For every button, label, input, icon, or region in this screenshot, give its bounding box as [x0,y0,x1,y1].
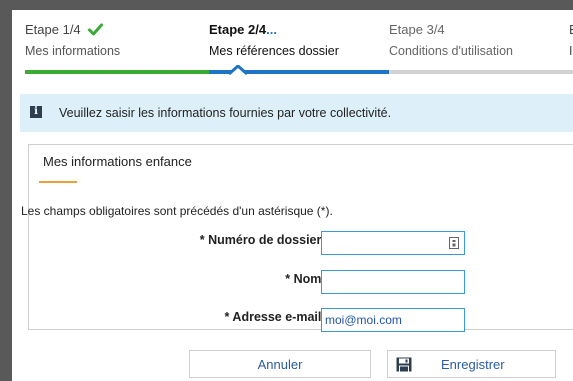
step-3-progress-bar [389,70,573,74]
field-info-icon[interactable] [449,237,459,249]
step-1-subtitle: Mes informations [25,44,121,58]
email-label: * Adresse e-mail : [224,310,329,324]
step-2-title: Etape 2/4 [209,22,267,37]
step-4-title: E [569,22,573,38]
step-3[interactable]: Etape 3/4 Conditions d'utilisation [389,22,513,58]
step-2[interactable]: Etape 2/4... Mes références dossier [209,22,339,58]
window-top-border [0,0,573,10]
step-4[interactable]: E I [569,22,573,58]
cancel-button-label: Annuler [257,356,303,372]
save-button[interactable]: Enregistrer [387,350,556,378]
section-title-underline [39,181,77,183]
checkmark-icon [88,23,104,36]
step-1[interactable]: Etape 1/4 Mes informations [25,22,120,58]
step-3-title: Etape 3/4 [389,22,445,37]
info-icon: i [30,106,42,118]
save-button-label: Enregistrer [441,357,505,372]
step-4-subtitle: I [569,44,573,58]
dossier-number-label: * Numéro de dossier : [199,233,329,247]
cancel-button[interactable]: Annuler [189,350,371,378]
window-left-border [0,10,12,381]
info-banner-text: Veuillez saisir les informations fournie… [59,106,392,120]
required-fields-note: Les champs obligatoires sont précédés d'… [21,204,333,218]
floppy-disk-icon [396,357,412,372]
step-2-progress-dots: ... [266,22,277,37]
step-1-title: Etape 1/4 [25,22,81,37]
dossier-number-input[interactable] [321,231,465,255]
email-input[interactable] [321,308,465,332]
page-content: Etape 1/4 Mes informations Etape 2/4... … [12,10,573,381]
step-1-progress-bar [25,70,209,74]
step-3-subtitle: Conditions d'utilisation [389,44,513,58]
name-input[interactable] [321,270,465,294]
form-panel: Mes informations enfance Les champs obli… [21,144,573,332]
section-title: Mes informations enfance [43,154,192,169]
step-2-subtitle: Mes références dossier [209,44,339,58]
current-step-notch [229,65,247,75]
info-banner: i Veuillez saisir les informations fourn… [20,94,573,132]
